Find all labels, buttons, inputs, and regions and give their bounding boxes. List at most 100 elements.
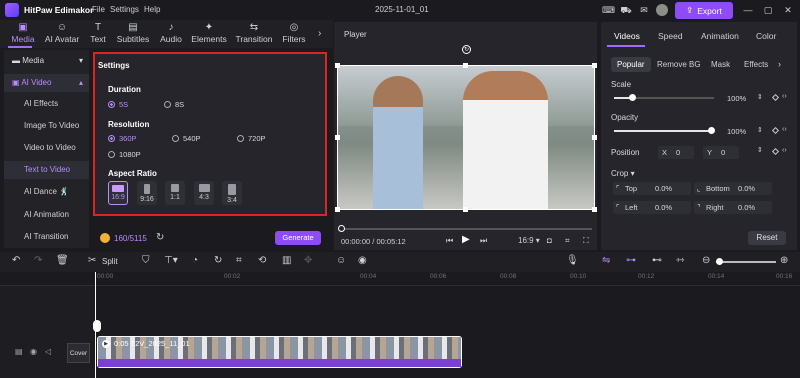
stepper-icon[interactable]: ⇕ [757,146,763,154]
keyframe-nav-icon[interactable]: ‹› [782,147,787,154]
resize-handle[interactable] [335,135,340,140]
chevron-right-icon[interactable]: › [318,28,321,39]
avatar-track-icon[interactable]: ☺ [336,255,346,266]
ratio-3-4[interactable]: 3:4 [222,181,242,205]
ratio-1-1[interactable]: 1:1 [165,181,185,205]
undo-icon[interactable]: ↶ [12,255,20,266]
opacity-value[interactable]: 100% [727,127,746,136]
zoom-slider[interactable] [716,261,776,263]
nav-item-ai-transition[interactable]: AI Transition [4,228,89,246]
microphone-icon[interactable]: 🎙 [566,255,579,266]
menu-settings[interactable]: Settings [110,5,139,14]
aspect-ratio-select[interactable]: 16:9 ▾ [518,236,540,245]
crop-label[interactable]: Crop ▾ [611,169,635,178]
nav-item-ai-effects[interactable]: AI Effects [4,95,89,113]
resize-handle[interactable] [335,207,340,212]
play-icon[interactable]: ▶ [462,234,470,245]
crop-tool-icon[interactable]: ⌗ [236,255,242,266]
track-lock-icon[interactable]: ▤ [15,347,23,356]
stepper-icon[interactable]: ⇕ [757,126,763,134]
marker-icon[interactable]: ⛉ [142,255,150,266]
speed-icon[interactable]: ◔ [192,255,198,266]
refresh-icon[interactable]: ↻ [156,232,164,243]
avatar[interactable] [656,4,668,16]
link-icon[interactable]: ⇋ [602,255,610,266]
tab-speed[interactable]: Speed [658,31,683,41]
tab-videos[interactable]: Videos [614,31,640,41]
redo-icon[interactable]: ↷ [34,255,42,266]
maximize-icon[interactable]: ▢ [762,4,774,16]
subtab-mask[interactable]: Mask [705,57,736,72]
magnet-icon[interactable]: ⊶ [626,255,636,266]
ratio-4-3[interactable]: 4:3 [194,181,214,205]
move-icon[interactable]: ✥ [304,255,312,266]
seek-knob[interactable] [338,225,345,232]
duration-5s-radio[interactable]: 5S [108,100,128,109]
reset-button[interactable]: Reset [748,231,786,245]
playhead[interactable] [95,272,96,378]
rotate-handle-icon[interactable]: ↻ [462,45,471,54]
menu-help[interactable]: Help [144,5,160,14]
track-visible-icon[interactable]: ◉ [30,347,37,356]
reverse-icon[interactable]: ⟲ [258,255,266,266]
resolution-360p-radio[interactable]: 360P [108,134,137,143]
snapshot-icon[interactable]: ◘ [547,236,552,245]
menu-file[interactable]: File [92,5,105,14]
split-label[interactable]: Split [102,257,118,266]
timeline-ruler[interactable] [0,272,800,286]
delete-icon[interactable]: 🗑 [56,255,69,266]
seek-bar[interactable] [342,228,592,230]
opacity-slider[interactable] [614,130,712,132]
nav-item-text-to-video[interactable]: Text to Video [4,161,89,179]
generate-button[interactable]: Generate [275,231,321,245]
scale-value[interactable]: 100% [727,94,746,103]
split-icon[interactable]: ✂ [88,255,96,266]
cart-icon[interactable]: ⛟ [620,4,632,16]
crop-left-field[interactable]: ⌜ Left 0.0% [613,201,691,214]
video-preview[interactable] [337,65,595,210]
resolution-1080p-radio[interactable]: 1080P [108,150,141,159]
resize-handle[interactable] [463,207,468,212]
nav-item-ai-animation[interactable]: AI Animation [4,206,89,224]
resize-handle[interactable] [592,207,597,212]
zoom-in-icon[interactable]: ⊕ [780,255,788,266]
chevron-right-icon[interactable]: › [778,59,781,69]
resize-handle[interactable] [335,63,340,68]
resize-handle[interactable] [592,63,597,68]
position-y-field[interactable]: Y0 [703,146,739,159]
resolution-540p-radio[interactable]: 540P [172,134,201,143]
crop-bottom-field[interactable]: ⌞ Bottom 0.0% [694,182,772,195]
crop-top-field[interactable]: ⌜ Top 0.0% [613,182,691,195]
nav-item-video-to-video[interactable]: Video to Video [4,139,89,157]
zoom-out-icon[interactable]: ⊖ [702,255,710,266]
fullscreen-icon[interactable]: ⛶ [583,236,589,246]
freeze-icon[interactable]: ◉ [358,255,367,266]
tool-elements[interactable]: ✦ Elements [186,22,232,44]
minimize-icon[interactable]: — [742,4,754,16]
scale-slider-knob[interactable] [629,94,636,101]
close-icon[interactable]: ✕ [782,4,794,16]
tab-color[interactable]: Color [756,31,776,41]
subtab-effects[interactable]: Effects [738,57,774,72]
tab-animation[interactable]: Animation [701,31,739,41]
prev-frame-icon[interactable]: ⏮ [446,236,453,246]
message-icon[interactable]: ✉ [638,4,650,16]
next-frame-icon[interactable]: ⏭ [480,236,487,246]
nav-ai-video[interactable]: ▣ AI Video ▴ [4,74,89,92]
keyframe-nav-icon[interactable]: ‹› [782,93,787,100]
subtab-remove-bg[interactable]: Remove BG [651,57,707,72]
audio-detach-icon[interactable]: ▥ [282,255,291,266]
tool-filters[interactable]: ◎ Filters [271,22,317,44]
ratio-16-9[interactable]: 16:9 [108,181,128,205]
stepper-icon[interactable]: ⇕ [757,93,763,101]
duration-8s-radio[interactable]: 8S [164,100,184,109]
ratio-9-16[interactable]: 9:16 [137,181,157,205]
position-x-field[interactable]: X0 [658,146,694,159]
resize-handle[interactable] [592,135,597,140]
opacity-slider-knob[interactable] [708,127,715,134]
text-tool-icon[interactable]: ⊤▾ [164,255,178,266]
snap-icon[interactable]: ⊷ [652,255,662,266]
keyboard-icon[interactable]: ⌨ [602,4,615,16]
nav-item-image-to-video[interactable]: Image To Video [4,117,89,135]
track-mute-icon[interactable]: ◁ [45,347,51,356]
